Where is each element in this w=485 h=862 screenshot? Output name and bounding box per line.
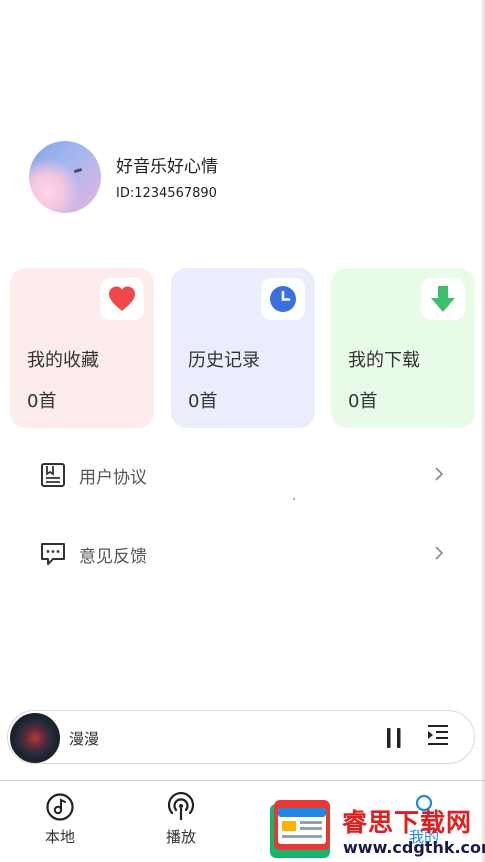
airplane-mark xyxy=(73,168,83,173)
history-count: 0首 xyxy=(188,391,218,412)
nav-item-play[interactable]: 播放 xyxy=(146,792,216,852)
document-icon xyxy=(41,463,65,487)
chevron-right-icon xyxy=(435,546,444,560)
username: 好音乐好心情 xyxy=(116,157,218,177)
downloads-label: 我的下载 xyxy=(348,350,420,371)
user-id: ID:1234567890 xyxy=(116,186,217,201)
feedback-label: 意见反馈 xyxy=(79,547,147,567)
chat-icon xyxy=(41,543,65,565)
downloads-card[interactable]: 我的下载 0首 xyxy=(331,268,475,428)
music-disc-icon xyxy=(46,793,74,821)
clock-icon xyxy=(261,278,305,320)
agreement-label: 用户协议 xyxy=(79,468,147,488)
broadcast-icon xyxy=(167,792,195,820)
nav-play-label: 播放 xyxy=(165,828,196,846)
divider-dot xyxy=(293,498,295,500)
chevron-right-icon xyxy=(435,467,444,481)
nav-divider xyxy=(0,780,485,781)
watermark-logo xyxy=(270,800,330,858)
avatar[interactable] xyxy=(29,141,101,213)
favorites-count: 0首 xyxy=(27,391,57,412)
nav-local-label: 本地 xyxy=(44,828,75,846)
watermark-title: 睿思下载网 xyxy=(342,808,473,837)
favorites-card[interactable]: 我的收藏 0首 xyxy=(10,268,154,428)
playlist-icon[interactable] xyxy=(427,723,449,747)
mini-player[interactable]: 漫漫 xyxy=(7,710,475,764)
history-card[interactable]: 历史记录 0首 xyxy=(171,268,315,428)
heart-icon xyxy=(100,278,144,320)
pause-icon[interactable] xyxy=(385,727,403,749)
watermark-url: www.cdgthk.com xyxy=(343,838,485,857)
menu-item-feedback[interactable]: 意见反馈 xyxy=(0,529,470,579)
album-cover[interactable] xyxy=(10,713,60,763)
song-title: 漫漫 xyxy=(69,730,100,748)
downloads-count: 0首 xyxy=(348,391,378,412)
download-icon xyxy=(421,278,465,320)
favorites-label: 我的收藏 xyxy=(27,350,99,371)
menu-item-agreement[interactable]: 用户协议 xyxy=(0,450,470,500)
history-label: 历史记录 xyxy=(188,350,260,371)
nav-item-local[interactable]: 本地 xyxy=(25,792,95,852)
